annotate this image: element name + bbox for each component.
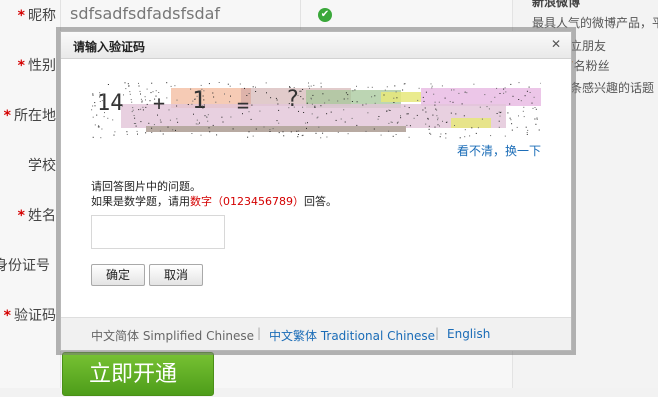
form-label-id-number: 身份证号 — [0, 258, 50, 274]
instruction-digits-hint: 数字（0123456789） — [190, 195, 304, 208]
language-traditional-chinese[interactable]: 中文繁体 Traditional Chinese — [269, 327, 435, 344]
language-footer: 中文简体 Simplified Chinese | 中文繁体 Tradition… — [61, 317, 571, 350]
form-label-school: 学校 — [28, 158, 56, 174]
cancel-button[interactable]: 取消 — [149, 264, 203, 286]
captcha-dialog: 请输入验证码 ✕ 14 + 1 = ? 看不清，换一下 请回答图片中的问题。 如… — [60, 31, 572, 351]
form-label-location: * 所在地 — [3, 108, 56, 124]
form-column-divider — [300, 0, 301, 30]
captcha-image: 14 + 1 = ? — [91, 82, 541, 139]
language-separator: | — [257, 326, 262, 340]
side-panel-title: 新浪微博 — [532, 0, 581, 9]
instruction-text: 回答。 — [304, 195, 337, 208]
captcha-answer-input[interactable] — [91, 215, 225, 249]
dialog-title: 请输入验证码 — [73, 40, 146, 54]
required-star: * — [17, 58, 25, 74]
required-star: * — [17, 208, 25, 224]
required-star: * — [3, 108, 11, 124]
close-icon[interactable]: ✕ — [551, 37, 561, 51]
required-star: * — [3, 308, 11, 324]
dialog-header: 请输入验证码 ✕ — [61, 32, 571, 59]
check-icon: ✔ — [318, 8, 332, 22]
form-label-captcha: * 验证码 — [3, 308, 56, 324]
instruction-text: 如果是数学题，请用 — [91, 195, 190, 208]
form-label-gender: * 性别 — [17, 58, 56, 74]
language-english[interactable]: English — [447, 327, 490, 341]
instruction-line-1: 请回答图片中的问题。 — [91, 180, 201, 193]
confirm-button[interactable]: 确定 — [91, 264, 145, 286]
required-star: * — [17, 8, 25, 24]
side-panel-line: 条感兴趣的话题 — [570, 81, 655, 95]
language-separator: | — [435, 326, 440, 340]
open-account-button[interactable]: 立即开通 — [62, 352, 214, 396]
captcha-char: = — [237, 93, 249, 117]
captcha-char: + — [153, 91, 165, 115]
instruction-line-2: 如果是数学题，请用数字（0123456789）回答。 — [91, 193, 337, 209]
captcha-char: ? — [286, 87, 299, 112]
captcha-char: 14 — [97, 91, 124, 116]
form-label-nickname: * 昵称 — [17, 8, 56, 24]
nickname-value: sdfsadfsdfadsfsdaf — [70, 4, 221, 23]
form-label-name: * 姓名 — [17, 208, 56, 224]
refresh-captcha-link[interactable]: 看不清，换一下 — [457, 142, 541, 159]
language-simplified-chinese: 中文简体 Simplified Chinese — [91, 329, 255, 343]
